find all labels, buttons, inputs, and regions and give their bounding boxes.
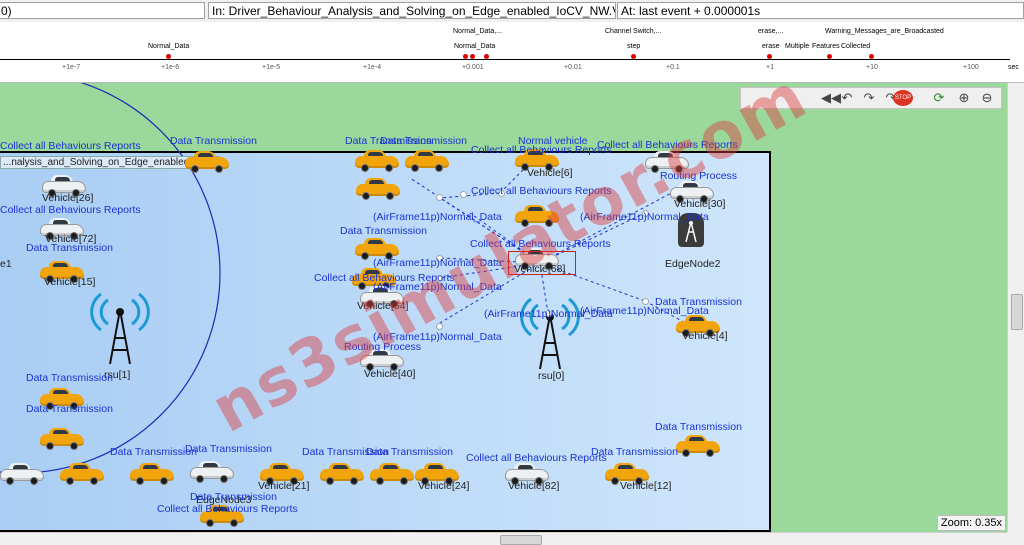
status-label: Collect all Behaviours Reports <box>157 503 298 515</box>
timeline-tick-label: +10 <box>866 64 878 71</box>
timeline-tick-label: +0.001 <box>462 64 484 71</box>
step-back-icon[interactable]: ↶ <box>839 90 855 106</box>
stop-icon[interactable]: STOP <box>893 90 913 106</box>
horizontal-scrollbar[interactable] <box>0 532 1007 545</box>
vehicle-label: Vehicle[6] <box>527 167 573 179</box>
timeline-tick-label: +1e-6 <box>161 64 180 71</box>
run-back-icon[interactable]: ◀◀ <box>821 90 841 106</box>
status-label: Data Transmission <box>26 372 113 384</box>
vehicle[interactable] <box>320 463 364 485</box>
zoom-out-icon[interactable]: ⊖ <box>979 90 995 106</box>
vehicle[interactable] <box>60 463 104 485</box>
status-label: Data Transmission <box>380 135 467 147</box>
event-timeline[interactable]: Normal_Data,... Channel Switch,... erase… <box>0 22 1024 83</box>
vehicle[interactable] <box>185 151 229 173</box>
timeline-tick-label: +1e-4 <box>363 64 382 71</box>
vehicle-label: Vehicle[24] <box>418 480 470 492</box>
timeline-event-label: Multiple <box>785 43 810 50</box>
status-label: Data Transmission <box>340 225 427 237</box>
timeline-event-label: Warning_Messages_are_Broadcasted <box>825 28 944 35</box>
status-label: Data Transmission <box>170 135 257 147</box>
status-label: (AirFrame11p)Normal_Data <box>373 211 502 223</box>
timeline-event-label: Normal_Data <box>148 43 190 50</box>
status-label: Data Transmission <box>591 446 678 458</box>
event-number-field: 0) <box>0 2 205 19</box>
vehicle[interactable] <box>676 435 720 457</box>
vehicle[interactable] <box>0 463 44 485</box>
module-path-field: In: Driver_Behaviour_Analysis_and_Solvin… <box>208 2 616 19</box>
vertical-scrollbar[interactable] <box>1007 83 1024 532</box>
timeline-tick-label: +1e-7 <box>62 64 81 71</box>
info-bar: 0) In: Driver_Behaviour_Analysis_and_Sol… <box>0 0 1024 23</box>
step-forward-icon[interactable]: ↷ <box>861 90 877 106</box>
status-label: Data Transmission <box>26 403 113 415</box>
vehicle[interactable] <box>370 463 414 485</box>
timeline-axis <box>0 59 1010 60</box>
vehicle-label: Vehicle[82] <box>508 480 560 492</box>
edge-node-label: EdgeNode2 <box>665 258 721 270</box>
vehicle-label: Vehicle[21] <box>258 480 310 492</box>
timeline-event-label: erase <box>762 43 780 50</box>
message-dot <box>460 191 467 198</box>
timeline-event-label: step <box>627 43 641 50</box>
timeline-event-label: Normal_Data <box>454 43 496 50</box>
status-label: Collect all Behaviours Reports <box>471 144 612 156</box>
message-dot <box>436 194 443 201</box>
zoom-in-icon[interactable]: ⊕ <box>956 90 972 106</box>
timeline-event-label: Channel Switch,... <box>605 28 662 35</box>
antenna-icon[interactable] <box>90 288 150 364</box>
status-label: Collect all Behaviours Reports <box>466 452 607 464</box>
refresh-icon[interactable]: ⟳ <box>931 90 947 106</box>
timeline-event-label: Features <box>812 43 840 50</box>
status-label: (AirFrame11p)Normal_Data <box>484 308 613 320</box>
vehicle-label: Vehicle[15] <box>44 276 96 288</box>
scrollbar-thumb[interactable] <box>1011 294 1023 330</box>
vehicle-label: Vehicle[26] <box>42 192 94 204</box>
rsu-label: rsu[0] <box>538 370 565 382</box>
timeline-event-label: erase,... <box>758 28 784 35</box>
status-label: Data Transmission <box>190 491 277 503</box>
status-label: Collect all Behaviours Reports <box>0 204 141 216</box>
vehicle[interactable] <box>405 150 449 172</box>
network-canvas[interactable]: ◀◀ ↶ ↷ ↷ STOP ⟳ ⊕ ⊖ ...nalysis_and_Solvi… <box>0 83 1007 532</box>
timeline-unit: sec <box>1008 64 1019 71</box>
vehicle[interactable] <box>40 428 84 450</box>
timeline-tick-label: +0.01 <box>564 64 582 71</box>
status-label: Collect all Behaviours Reports <box>0 140 141 152</box>
status-label: Data Transmission <box>110 446 197 458</box>
status-label: Data Transmission <box>366 446 453 458</box>
last-event-field: At: last event + 0.000001s <box>617 2 1024 19</box>
status-label: Data Transmission <box>655 421 742 433</box>
timeline-event-label: Collected <box>841 43 871 50</box>
timeline-tick-label: +100 <box>963 64 979 71</box>
timeline-event-label: Normal_Data,... <box>453 28 503 35</box>
timeline-tick-label: +1e-5 <box>262 64 281 71</box>
vehicle-label: Vehicle[4] <box>682 330 728 342</box>
vehicle[interactable] <box>355 150 399 172</box>
edge-node-label: e1 <box>0 258 12 270</box>
scrollbar-thumb[interactable] <box>500 535 542 545</box>
timeline-tick-label: +0.1 <box>666 64 680 71</box>
message-dot <box>642 298 649 305</box>
status-label: Data Transmission <box>185 443 272 455</box>
vehicle-label: Vehicle[72] <box>45 233 97 245</box>
timeline-tick-label: +1 <box>766 64 774 71</box>
vehicle[interactable] <box>356 178 400 200</box>
vehicle[interactable] <box>190 461 234 483</box>
vehicle-label: Vehicle[12] <box>620 480 672 492</box>
vehicle[interactable] <box>130 463 174 485</box>
zoom-indicator: Zoom: 0.35x <box>936 515 1006 531</box>
antenna-icon[interactable] <box>520 293 580 369</box>
